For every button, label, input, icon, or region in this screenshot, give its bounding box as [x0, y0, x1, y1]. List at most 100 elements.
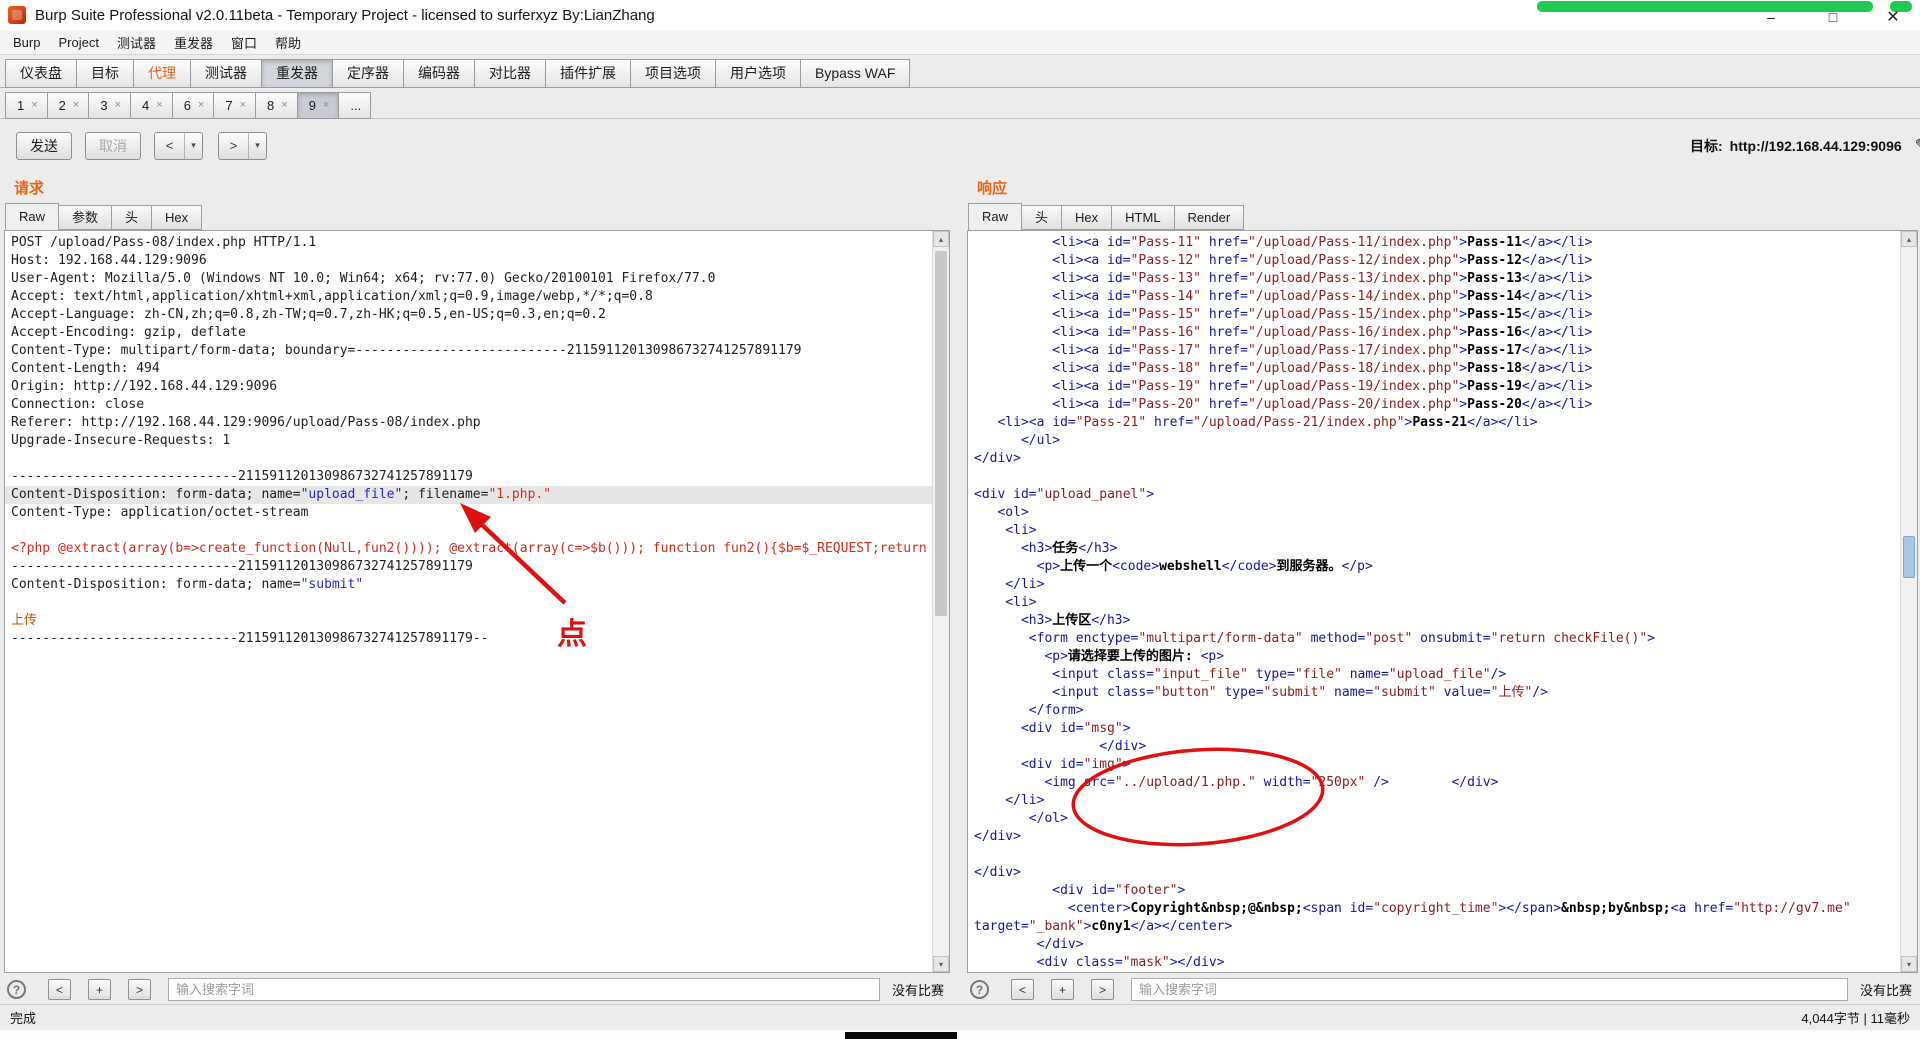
repeater-tab-7[interactable]: 7 ×: [213, 92, 257, 119]
scroll-down-arrow-icon[interactable]: ▾: [1901, 956, 1917, 972]
close-tab-icon[interactable]: ×: [240, 100, 246, 111]
close-tab-icon[interactable]: ×: [198, 100, 204, 111]
code-line: -----------------------------21159112013…: [11, 559, 473, 574]
search-input[interactable]: [1131, 978, 1848, 1001]
response-tab-raw[interactable]: Raw: [968, 203, 1023, 230]
close-tab-icon[interactable]: ×: [31, 100, 37, 111]
scroll-up-glyph: ▴: [938, 234, 943, 244]
code-line: <li><a id="Pass-15" href="/upload/Pass-1…: [974, 307, 1593, 322]
close-button[interactable]: ✕: [1878, 6, 1908, 28]
minimize-button[interactable]: –: [1756, 6, 1786, 28]
tab-target[interactable]: 目标: [76, 59, 134, 88]
scroll-up-arrow-icon[interactable]: ▴: [933, 231, 949, 247]
repeater-tab-2[interactable]: 2 ×: [46, 92, 90, 119]
response-tab-hex[interactable]: Hex: [1061, 205, 1113, 230]
history-forward-button[interactable]: > ▾: [218, 131, 267, 160]
search-prev-button[interactable]: <: [1011, 979, 1034, 1000]
tab-dashboard[interactable]: 仪表盘: [5, 59, 77, 88]
menu-item-project[interactable]: Project: [49, 35, 107, 50]
search-add-button[interactable]: +: [88, 979, 111, 1000]
repeater-tab-3[interactable]: 3 ×: [88, 92, 132, 119]
tab-extender[interactable]: 插件扩展: [545, 59, 631, 88]
status-size-time-label: 4,044字节 | 11毫秒: [1801, 1011, 1910, 1026]
scroll-down-glyph: ▾: [938, 959, 943, 969]
repeater-tab-1[interactable]: 1 ×: [5, 92, 48, 119]
burp-window: Burp Suite Professional v2.0.11beta - Te…: [0, 0, 1920, 1039]
response-tab-render[interactable]: Render: [1173, 205, 1245, 230]
code-line: <div id="img">: [974, 757, 1131, 772]
menu-item-intruder[interactable]: 测试器: [108, 33, 165, 52]
cancel-button[interactable]: 取消: [85, 131, 141, 160]
code-line: Host: 192.168.44.129:9096: [11, 253, 207, 268]
code-line: <li><a id="Pass-12" href="/upload/Pass-1…: [974, 253, 1593, 268]
target-box: 目标: http://192.168.44.129:9096 ✎ ?: [1690, 119, 1920, 172]
code-line: </ul>: [974, 433, 1061, 448]
code-line: Origin: http://192.168.44.129:9096: [11, 379, 278, 394]
repeater-tab-8[interactable]: 8 ×: [255, 92, 298, 119]
search-next-button[interactable]: >: [128, 979, 151, 1000]
response-scrollbar[interactable]: ▴ ▾: [1900, 231, 1917, 972]
scroll-down-arrow-icon[interactable]: ▾: [933, 956, 949, 972]
tab-decoder[interactable]: 编码器: [403, 59, 475, 88]
maximize-button[interactable]: □: [1818, 6, 1848, 28]
code-line: Accept-Language: zh-CN,zh;q=0.8,zh-TW;q=…: [11, 307, 606, 322]
menu-item-repeater[interactable]: 重发器: [165, 33, 222, 52]
request-tab-hex[interactable]: Hex: [151, 205, 203, 230]
tab-proxy[interactable]: 代理: [133, 59, 191, 88]
code-line: </form>: [974, 703, 1084, 718]
tab-comparer[interactable]: 对比器: [474, 59, 546, 88]
search-next-button[interactable]: >: [1091, 979, 1114, 1000]
help-icon[interactable]: ?: [7, 980, 26, 999]
search-prev-button[interactable]: <: [48, 979, 71, 1000]
request-editor[interactable]: POST /upload/Pass-08/index.php HTTP/1.1 H…: [4, 230, 950, 973]
window-title: Burp Suite Professional v2.0.11beta - Te…: [35, 6, 655, 24]
search-input[interactable]: [168, 978, 880, 1001]
close-tab-icon[interactable]: ×: [281, 100, 287, 111]
scrollbar-thumb[interactable]: [1903, 536, 1915, 578]
close-tab-icon[interactable]: ×: [323, 100, 329, 111]
chevron-down-icon[interactable]: ▾: [249, 133, 266, 159]
help-icon[interactable]: ?: [970, 980, 989, 999]
code-line: target="_bank">c0ny1</a></center>: [974, 919, 1233, 934]
code-line: <li><a id="Pass-21" href="/upload/Pass-2…: [974, 415, 1538, 430]
close-tab-icon[interactable]: ×: [115, 100, 121, 111]
request-tab-headers[interactable]: 头: [111, 205, 153, 230]
tab-user-options[interactable]: 用户选项: [715, 59, 801, 88]
tab-intruder[interactable]: 测试器: [190, 59, 262, 88]
tab-bypass-waf[interactable]: Bypass WAF: [800, 59, 911, 88]
repeater-tab-6[interactable]: 6 ×: [171, 92, 215, 119]
repeater-tab-9[interactable]: 9 ×: [296, 92, 340, 119]
history-back-button[interactable]: < ▾: [154, 131, 203, 160]
code-line: <form enctype="multipart/form-data" meth…: [974, 631, 1655, 646]
request-tab-params[interactable]: 参数: [58, 205, 113, 230]
code-line: <p>上传一个<code>webshell</code>到服务器。</p>: [974, 559, 1373, 574]
response-tab-html[interactable]: HTML: [1111, 205, 1175, 230]
menu-item-window[interactable]: 窗口: [222, 33, 266, 52]
send-button[interactable]: 发送: [16, 131, 72, 160]
code-line: <li><a id="Pass-18" href="/upload/Pass-1…: [974, 361, 1593, 376]
repeater-tab-more[interactable]: ...: [338, 92, 372, 119]
request-scrollbar[interactable]: ▴ ▾: [932, 231, 949, 972]
code-line: <li><a id="Pass-17" href="/upload/Pass-1…: [974, 343, 1593, 358]
menu-item-help[interactable]: 帮助: [266, 33, 310, 52]
back-arrow[interactable]: <: [155, 132, 185, 159]
repeater-tab-4[interactable]: 4 ×: [130, 92, 173, 119]
search-add-button[interactable]: +: [1051, 979, 1074, 1000]
scroll-up-arrow-icon[interactable]: ▴: [1901, 231, 1917, 247]
forward-arrow[interactable]: >: [219, 132, 249, 159]
edit-target-icon[interactable]: ✎: [1915, 136, 1920, 156]
tab-sequencer[interactable]: 定序器: [332, 59, 404, 88]
response-tab-headers[interactable]: 头: [1021, 205, 1063, 230]
request-tab-raw[interactable]: Raw: [5, 203, 60, 230]
status-done-label: 完成: [10, 1011, 37, 1026]
chevron-down-icon[interactable]: ▾: [185, 133, 202, 159]
code-line: <li>: [974, 595, 1037, 610]
close-tab-icon[interactable]: ×: [156, 100, 162, 111]
tab-repeater[interactable]: 重发器: [261, 59, 333, 88]
response-editor[interactable]: <li><a id="Pass-11" href="/upload/Pass-1…: [967, 230, 1918, 973]
menu-item-burp[interactable]: Burp: [4, 35, 49, 50]
scrollbar-thumb[interactable]: [935, 251, 947, 616]
tab-project-options[interactable]: 项目选项: [630, 59, 716, 88]
close-tab-icon[interactable]: ×: [73, 100, 79, 111]
